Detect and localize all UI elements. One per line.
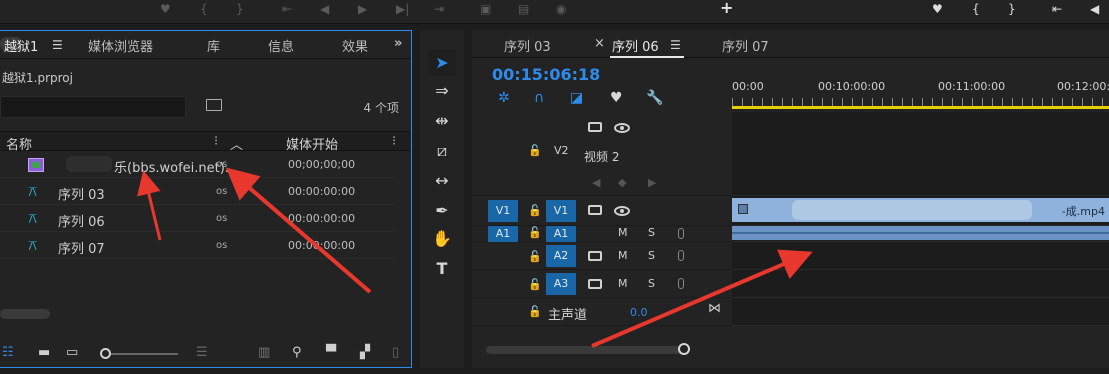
arrow-to-clip xyxy=(137,170,162,241)
arrow-to-timeline xyxy=(591,249,813,348)
arrow-to-fps xyxy=(225,167,372,294)
annotation-arrows xyxy=(137,167,813,348)
